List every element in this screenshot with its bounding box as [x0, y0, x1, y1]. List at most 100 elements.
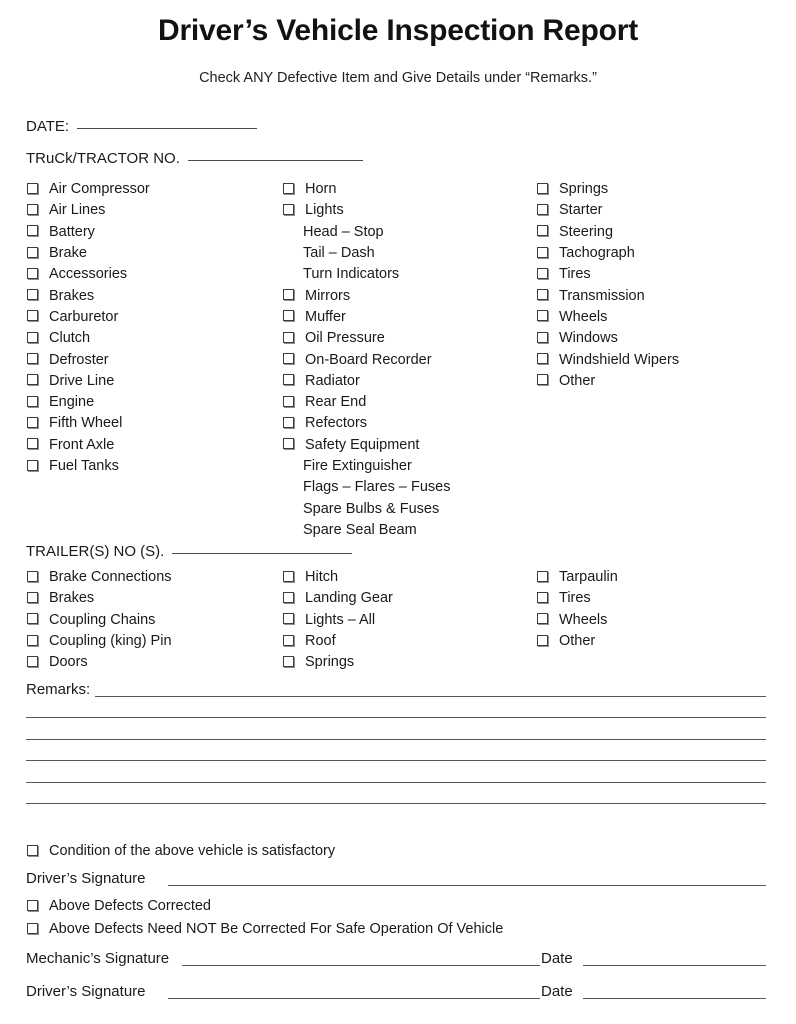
- checklist-checkbox[interactable]: [27, 267, 38, 279]
- checklist-checkbox[interactable]: [283, 591, 294, 603]
- condition-satisfactory-row[interactable]: Condition of the above vehicle is satisf…: [27, 844, 335, 858]
- checklist-row[interactable]: Clutch: [27, 331, 90, 346]
- checklist-checkbox[interactable]: [27, 289, 38, 301]
- checklist-row[interactable]: Windows: [537, 331, 618, 346]
- checklist-row[interactable]: Wheels: [537, 310, 607, 324]
- checklist-checkbox[interactable]: [283, 570, 294, 582]
- checklist-checkbox[interactable]: [537, 246, 548, 258]
- remarks-line[interactable]: [26, 781, 766, 783]
- defects-not-needed-checkbox[interactable]: [27, 922, 38, 934]
- checklist-row[interactable]: Fuel Tanks: [27, 459, 119, 473]
- remarks-line[interactable]: [26, 760, 766, 762]
- checklist-row[interactable]: Front Axle: [27, 438, 114, 452]
- checklist-checkbox[interactable]: [537, 331, 548, 343]
- checklist-checkbox[interactable]: [27, 225, 38, 237]
- checklist-row[interactable]: On-Board Recorder: [283, 352, 432, 367]
- checklist-checkbox[interactable]: [27, 438, 38, 450]
- checklist-checkbox[interactable]: [537, 182, 548, 194]
- checklist-row[interactable]: Tires: [537, 267, 591, 282]
- checklist-checkbox[interactable]: [283, 203, 294, 215]
- mechanic-date-rule[interactable]: [583, 965, 766, 966]
- checklist-checkbox[interactable]: [537, 267, 548, 279]
- defects-not-needed-row[interactable]: Above Defects Need NOT Be Corrected For …: [27, 922, 503, 936]
- checklist-checkbox[interactable]: [283, 182, 294, 194]
- checklist-checkbox[interactable]: [27, 416, 38, 428]
- checklist-checkbox[interactable]: [537, 374, 548, 386]
- checklist-checkbox[interactable]: [27, 655, 38, 667]
- remarks-line[interactable]: [26, 717, 766, 719]
- checklist-row[interactable]: Muffer: [283, 310, 346, 324]
- checklist-checkbox[interactable]: [27, 374, 38, 386]
- checklist-checkbox[interactable]: [27, 182, 38, 194]
- checklist-row[interactable]: Brakes: [27, 288, 94, 303]
- checklist-row[interactable]: Radiator: [283, 374, 360, 388]
- checklist-checkbox[interactable]: [27, 331, 38, 343]
- trailer-no-field[interactable]: TRAILER(S) NO (S).: [26, 543, 353, 560]
- checklist-row[interactable]: Starter: [537, 203, 603, 218]
- checklist-checkbox[interactable]: [283, 634, 294, 646]
- checklist-checkbox[interactable]: [283, 655, 294, 667]
- checklist-checkbox[interactable]: [27, 203, 38, 215]
- driver-signature-1-rule[interactable]: [168, 885, 766, 886]
- checklist-row[interactable]: Other: [537, 374, 595, 388]
- checklist-checkbox[interactable]: [283, 289, 294, 301]
- checklist-checkbox[interactable]: [537, 203, 548, 215]
- checklist-row[interactable]: Springs: [537, 182, 608, 196]
- checklist-row[interactable]: Lights: [283, 203, 344, 218]
- checklist-row[interactable]: Air Lines: [27, 203, 105, 218]
- checklist-row[interactable]: Rear End: [283, 395, 366, 409]
- checklist-checkbox[interactable]: [27, 395, 38, 407]
- checklist-checkbox[interactable]: [27, 459, 38, 471]
- checklist-checkbox[interactable]: [537, 353, 548, 365]
- checklist-checkbox[interactable]: [27, 591, 38, 603]
- checklist-row[interactable]: Drive Line: [27, 374, 114, 388]
- checklist-checkbox[interactable]: [27, 570, 38, 582]
- checklist-row[interactable]: Doors: [27, 655, 88, 670]
- truck-tractor-no-rule[interactable]: [187, 160, 363, 161]
- checklist-row[interactable]: Accessories: [27, 267, 127, 282]
- defects-corrected-row[interactable]: Above Defects Corrected: [27, 899, 211, 913]
- checklist-row[interactable]: Defroster: [27, 352, 109, 367]
- checklist-row[interactable]: Oil Pressure: [283, 331, 385, 346]
- date-field[interactable]: DATE:: [26, 118, 258, 135]
- checklist-checkbox[interactable]: [27, 634, 38, 646]
- checklist-row[interactable]: Transmission: [537, 288, 645, 303]
- checklist-checkbox[interactable]: [537, 310, 548, 322]
- checklist-row[interactable]: Refectors: [283, 416, 367, 431]
- remarks-line[interactable]: [95, 696, 766, 697]
- checklist-row[interactable]: Hitch: [283, 570, 338, 584]
- checklist-row[interactable]: Brakes: [27, 591, 94, 606]
- checklist-row[interactable]: Brake Connections: [27, 570, 172, 584]
- checklist-row[interactable]: Other: [537, 634, 595, 648]
- checklist-checkbox[interactable]: [283, 310, 294, 322]
- checklist-checkbox[interactable]: [283, 613, 294, 625]
- checklist-checkbox[interactable]: [283, 438, 294, 450]
- remarks-line[interactable]: [26, 803, 766, 804]
- checklist-checkbox[interactable]: [283, 416, 294, 428]
- checklist-row[interactable]: Springs: [283, 655, 354, 670]
- checklist-row[interactable]: Tarpaulin: [537, 570, 618, 584]
- checklist-row[interactable]: Engine: [27, 395, 94, 409]
- checklist-row[interactable]: Fifth Wheel: [27, 416, 122, 431]
- checklist-checkbox[interactable]: [537, 225, 548, 237]
- remarks-line[interactable]: [26, 738, 766, 740]
- checklist-row[interactable]: Safety Equipment: [283, 438, 419, 452]
- defects-corrected-checkbox[interactable]: [27, 899, 38, 911]
- driver-signature-2-rule[interactable]: [168, 998, 540, 999]
- checklist-row[interactable]: Lights – All: [283, 613, 375, 627]
- mechanic-signature-rule[interactable]: [182, 965, 540, 966]
- date-field-rule[interactable]: [77, 128, 258, 129]
- checklist-row[interactable]: Landing Gear: [283, 591, 393, 606]
- checklist-checkbox[interactable]: [283, 374, 294, 386]
- checklist-row[interactable]: Roof: [283, 634, 336, 648]
- checklist-row[interactable]: Coupling (king) Pin: [27, 634, 172, 648]
- checklist-checkbox[interactable]: [537, 289, 548, 301]
- checklist-checkbox[interactable]: [537, 613, 548, 625]
- checklist-checkbox[interactable]: [27, 310, 38, 322]
- checklist-row[interactable]: Brake: [27, 246, 87, 260]
- checklist-checkbox[interactable]: [27, 246, 38, 258]
- checklist-checkbox[interactable]: [537, 634, 548, 646]
- checklist-row[interactable]: Wheels: [537, 613, 607, 627]
- driver-date-rule[interactable]: [583, 998, 766, 999]
- checklist-checkbox[interactable]: [27, 613, 38, 625]
